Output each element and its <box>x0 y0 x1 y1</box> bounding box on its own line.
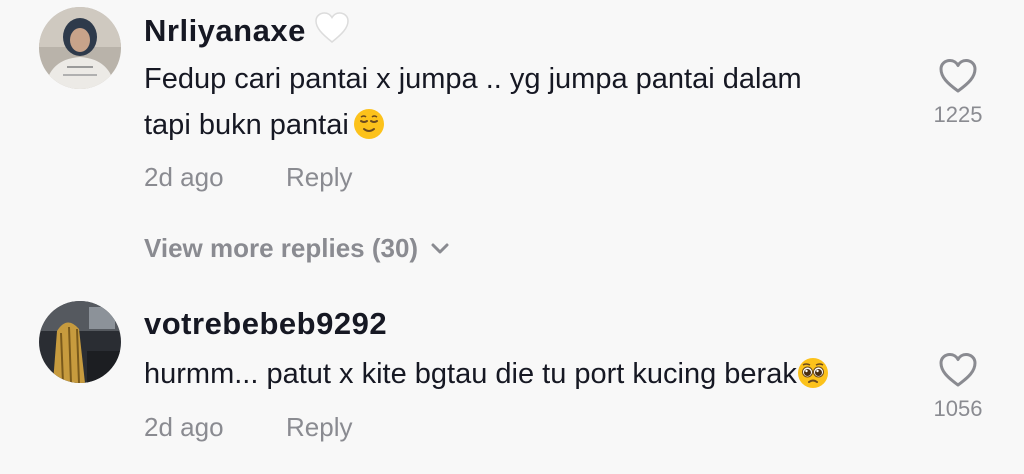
view-more-label[interactable]: View more replies (30) <box>144 233 418 263</box>
like-button[interactable]: 1056 <box>913 352 1003 422</box>
reply-button[interactable]: Reply <box>286 412 352 443</box>
username[interactable]: Nrliyanaxe <box>144 11 350 53</box>
heart-outline-icon <box>913 58 1003 94</box>
pleading-face-icon <box>797 357 829 403</box>
comment-time: 2d ago <box>144 412 224 442</box>
like-button[interactable]: 1225 <box>913 58 1003 128</box>
reply-button[interactable]: Reply <box>286 162 352 193</box>
comment-line-text: hurmm... patut x kite bgtau die tu port … <box>144 358 797 390</box>
comment-time: 2d ago <box>144 162 224 192</box>
like-count: 1056 <box>933 396 983 421</box>
comment-line-text: tapi bukn pantai <box>144 109 349 141</box>
comment-text: Fedup cari pantai x jumpa .. yg jumpa pa… <box>144 56 802 154</box>
username[interactable]: votrebebeb9292 <box>144 306 387 342</box>
white-heart-icon <box>314 11 350 53</box>
heart-outline-icon <box>913 352 1003 388</box>
like-count: 1225 <box>933 102 983 127</box>
comment-line: Fedup cari pantai x jumpa .. yg jumpa pa… <box>144 63 802 95</box>
comment-text: hurmm... patut x kite bgtau die tu port … <box>144 351 829 403</box>
comment-line: tapi bukn pantai <box>144 102 802 154</box>
comments-panel: Nrliyanaxe Fedup cari pantai x jumpa .. … <box>0 0 1024 474</box>
chevron-down-icon <box>431 243 449 254</box>
avatar[interactable] <box>39 301 121 383</box>
username-text[interactable]: Nrliyanaxe <box>144 13 306 48</box>
view-more-replies-button[interactable]: View more replies (30) <box>144 233 450 264</box>
avatar[interactable] <box>39 7 121 89</box>
relieved-face-icon <box>353 108 385 154</box>
